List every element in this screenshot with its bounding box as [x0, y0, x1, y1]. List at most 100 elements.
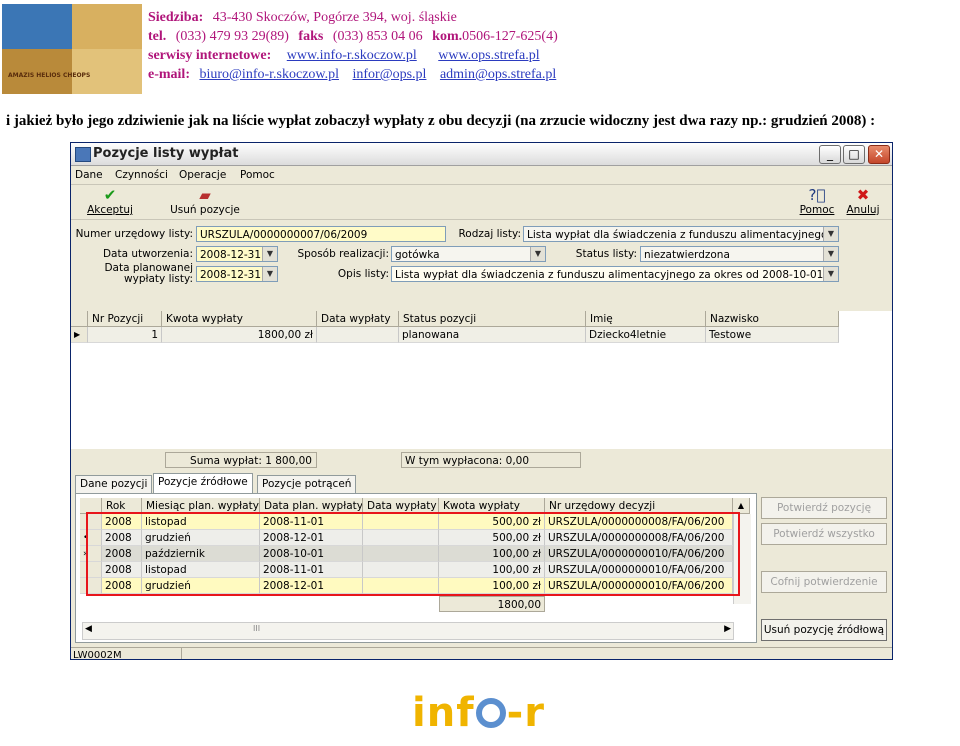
maximize-button[interactable]: □ [843, 145, 865, 164]
highlight-frame [86, 512, 740, 596]
table-cell-status[interactable]: planowana [399, 327, 586, 343]
eraser-icon: ▰ [199, 186, 211, 204]
fax-label: faks [298, 29, 324, 44]
chevron-down-icon[interactable]: ▼ [262, 247, 277, 261]
method-value: gotówka [395, 249, 440, 261]
minimize-button[interactable]: _ [819, 145, 841, 164]
sum-field: Suma wypłat: 1 800,00 [165, 452, 317, 468]
tab-pozycje-potracen[interactable]: Pozycje potrąceń [257, 475, 357, 493]
web-link[interactable]: www.ops.strefa.pl [438, 48, 539, 63]
chevron-down-icon[interactable]: ▼ [262, 267, 277, 281]
cancel-label: Anuluj [846, 204, 880, 216]
created-date-field[interactable]: 2008-12-31 ▼ [196, 246, 278, 262]
table-cell-date[interactable] [317, 327, 399, 343]
chevron-down-icon[interactable]: ▼ [823, 227, 838, 241]
col-data-wyplaty[interactable]: Data wypłaty [317, 311, 399, 327]
col-nr-pozycji[interactable]: Nr Pozycji [88, 311, 162, 327]
scroll-right-icon[interactable]: ▶ [724, 624, 731, 634]
menu-item-operacje[interactable]: Operacje [179, 169, 226, 181]
planned-date-label: Data planowanej wypłaty listy: [71, 263, 193, 285]
fax-value: (033) 853 04 06 [332, 29, 423, 44]
chevron-down-icon[interactable]: ▼ [530, 247, 545, 261]
remove-source-button[interactable]: Usuń pozycję źródłową [761, 619, 887, 641]
web-link[interactable]: www.info-r.skoczow.pl [287, 48, 417, 63]
col-imie[interactable]: Imię [586, 311, 706, 327]
list-type-select[interactable]: Lista wypłat dla świadczenia z funduszu … [523, 226, 839, 242]
official-number-label: Numer urzędowy listy: [75, 228, 193, 240]
contact-header: Siedziba: 43-430 Skoczów, Pogórze 394, w… [148, 8, 564, 84]
scroll-left-icon[interactable]: ◀ [85, 624, 92, 634]
paid-field: W tym wypłacona: 0,00 [401, 452, 581, 468]
method-label: Sposób realizacji: [297, 248, 389, 260]
confirm-all-button[interactable]: Potwierdź wszystko [761, 523, 887, 545]
footer-logo-right: -r [506, 690, 545, 736]
row-pointer-icon: ▶ [71, 327, 88, 343]
positions-grid: Nr Pozycji Kwota wypłaty Data wypłaty St… [71, 311, 892, 449]
method-select[interactable]: gotówka ▼ [391, 246, 546, 262]
window-title: Pozycje listy wypłat [93, 146, 239, 161]
cancel-button[interactable]: ✖ Anuluj [843, 187, 883, 216]
table-cell-first-name[interactable]: Dziecko4letnie [586, 327, 706, 343]
status-code: LW0002M [73, 650, 122, 660]
email-link[interactable]: infor@ops.pl [353, 67, 427, 82]
remove-positions-button[interactable]: ▰ Usuń pozycje [167, 187, 243, 216]
description-label: Opis listy: [337, 268, 389, 280]
intro-text: i jakież było jego zdziwienie jak na liś… [6, 113, 876, 129]
status-bar: LW0002M [71, 647, 892, 660]
close-button[interactable]: ✕ [868, 145, 890, 164]
col-nazwisko[interactable]: Nazwisko [706, 311, 839, 327]
seat-value: 43-430 Skoczów, Pogórze 394, woj. śląski… [212, 10, 457, 25]
title-bar[interactable]: Pozycje listy wypłat _ □ ✕ [71, 143, 892, 166]
menu-item-czynnosci[interactable]: Czynności [115, 169, 168, 181]
status-label: Status listy: [575, 248, 637, 260]
col-status-pozycji[interactable]: Status pozycji [399, 311, 586, 327]
description-field[interactable]: Lista wypłat dla świadczenia z funduszu … [391, 266, 839, 282]
chevron-down-icon[interactable]: ▼ [823, 267, 838, 281]
footer-logo-left: inf [412, 690, 475, 736]
table-cell-last-name[interactable]: Testowe [706, 327, 839, 343]
source-panel: Rok Miesiąc plan. wypłaty Data plan. wyp… [75, 493, 757, 643]
planned-date-field[interactable]: 2008-12-31 ▼ [196, 266, 278, 282]
menu-item-pomoc[interactable]: Pomoc [240, 169, 275, 181]
remove-label: Usuń pozycje [170, 204, 240, 216]
company-logo: AMAZIS HELIOS CHEOPS [2, 4, 142, 94]
status-select[interactable]: niezatwierdzona ▼ [640, 246, 839, 262]
grid-corner [71, 311, 88, 327]
footer-logo: inf -r [412, 690, 545, 736]
scroll-thumb-grip[interactable]: III [253, 624, 260, 633]
target-icon [475, 698, 506, 728]
help-label: Pomoc [799, 204, 835, 216]
accept-label: Akceptuj [87, 204, 133, 216]
official-number-field[interactable]: URSZULA/0000000007/06/2009 [196, 226, 446, 242]
created-label: Data utworzenia: [102, 248, 193, 260]
menu-item-dane[interactable]: Dane [75, 169, 103, 181]
help-icon: ?⃝ [808, 186, 826, 204]
tab-pozycje-zrodlowe[interactable]: Pozycje źródłowe [153, 473, 253, 493]
created-date-value: 2008-12-31 [200, 249, 262, 261]
table-cell-amount[interactable]: 1800,00 zł [162, 327, 317, 343]
tel-label: tel. [148, 29, 167, 44]
sum-bar: Suma wypłat: 1 800,00 W tym wypłacona: 0… [71, 449, 892, 471]
app-window: Pozycje listy wypłat _ □ ✕ Dane Czynnośc… [70, 142, 893, 660]
email-link[interactable]: biuro@info-r.skoczow.pl [199, 67, 339, 82]
undo-confirm-button[interactable]: Cofnij potwierdzenie [761, 571, 887, 593]
help-button[interactable]: ?⃝ Pomoc [797, 187, 837, 216]
chevron-down-icon[interactable]: ▼ [823, 247, 838, 261]
list-type-label: Rodzaj listy: [458, 228, 521, 240]
logo-text: AMAZIS HELIOS CHEOPS [8, 72, 91, 79]
table-cell-nr[interactable]: 1 [88, 327, 162, 343]
email-label: e-mail: [148, 67, 190, 82]
description-value: Lista wypłat dla świadczenia z funduszu … [395, 269, 824, 281]
planned-date-value: 2008-12-31 [200, 269, 262, 281]
confirm-position-button[interactable]: Potwierdź pozycję [761, 497, 887, 519]
cancel-icon: ✖ [856, 186, 870, 204]
tab-dane-pozycji[interactable]: Dane pozycji [75, 475, 153, 493]
window-icon [75, 147, 91, 162]
email-link[interactable]: admin@ops.strefa.pl [440, 67, 556, 82]
checkmark-icon: ✔ [103, 186, 117, 204]
toolbar: ✔ Akceptuj ▰ Usuń pozycje ?⃝ Pomoc ✖ Anu… [71, 185, 892, 220]
col-kwota-wyplaty[interactable]: Kwota wypłaty [162, 311, 317, 327]
accept-button[interactable]: ✔ Akceptuj [83, 187, 137, 216]
horizontal-scrollbar[interactable]: ◀ III ▶ [82, 622, 734, 640]
web-label: serwisy internetowe: [148, 48, 272, 63]
